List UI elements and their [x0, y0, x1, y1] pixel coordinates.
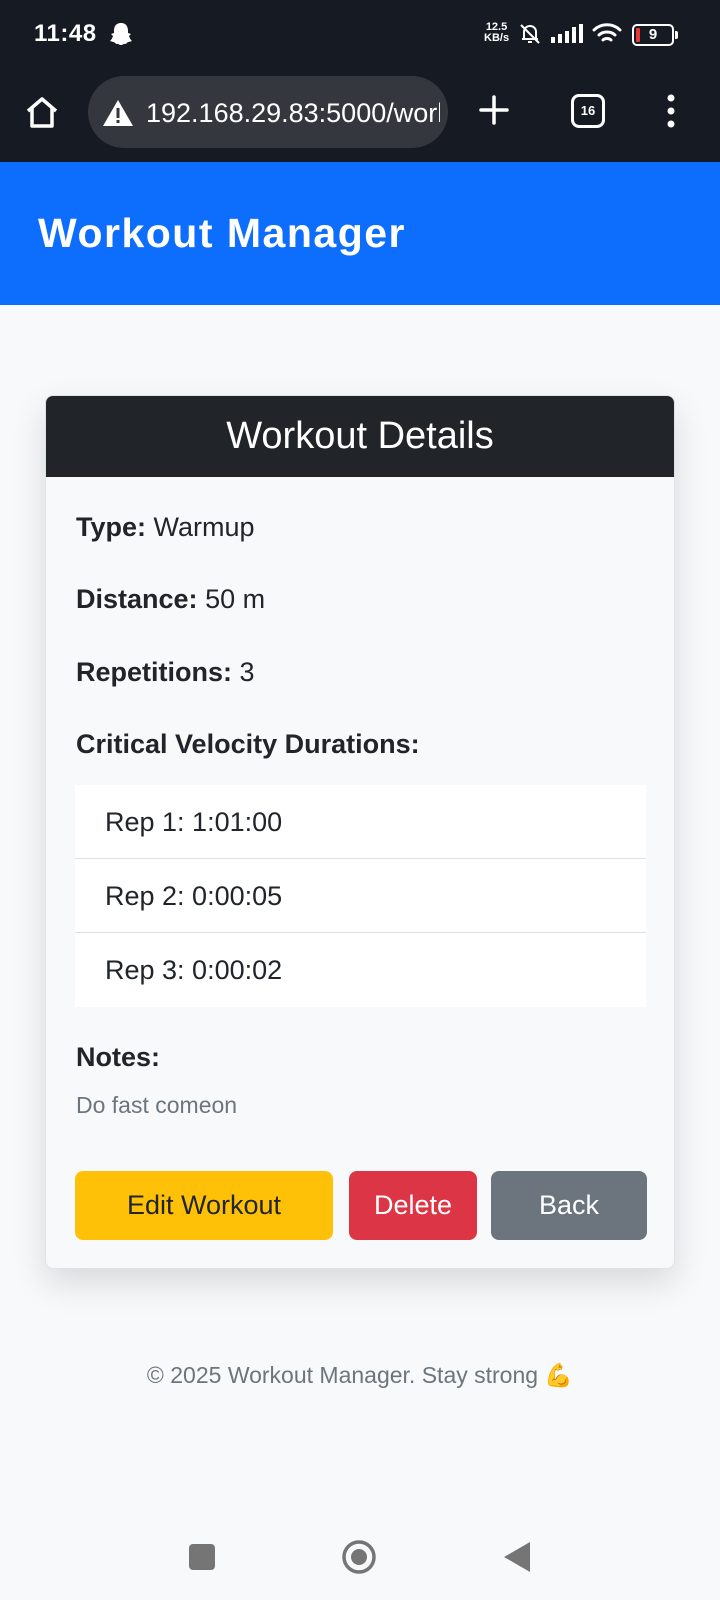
app-title[interactable]: Workout Manager	[38, 210, 406, 257]
durations-title: Critical Velocity Durations:	[76, 729, 420, 759]
repetitions-value: 3	[239, 657, 255, 687]
repetitions-label: Repetitions:	[76, 657, 233, 687]
status-bar: 11:48 12.5 KB/s 9	[0, 0, 720, 70]
status-time: 11:48	[34, 20, 97, 47]
url-text[interactable]: 192.168.29.83:5000/workout	[146, 98, 440, 129]
delete-button[interactable]: Delete	[349, 1171, 477, 1240]
home-icon[interactable]	[24, 94, 60, 135]
browser-toolbar: 192.168.29.83:5000/workout 16	[0, 70, 720, 162]
list-item: Rep 1: 1:01:00	[75, 785, 646, 859]
type-value: Warmup	[153, 512, 255, 542]
distance-value: 50 m	[205, 584, 266, 614]
distance-label: Distance:	[76, 584, 198, 614]
wifi-icon	[592, 22, 622, 51]
warning-icon[interactable]	[102, 99, 134, 132]
network-speed-unit: KB/s	[484, 32, 510, 44]
signal-icon	[551, 24, 585, 49]
distance-field: Distance: 50 m	[76, 584, 265, 615]
list-item: Rep 2: 0:00:05	[75, 859, 646, 933]
recent-apps-icon[interactable]	[189, 1544, 215, 1575]
footer-text: © 2025 Workout Manager. Stay strong 💪	[146, 1362, 574, 1388]
notes-text: Do fast comeon	[76, 1092, 238, 1118]
notes-title: Notes:	[76, 1042, 161, 1072]
durations-list: Rep 1: 1:01:00 Rep 2: 0:00:05 Rep 3: 0:0…	[75, 785, 646, 1007]
list-item: Rep 3: 0:00:02	[105, 955, 283, 985]
address-bar[interactable]: 192.168.29.83:5000/workout	[88, 76, 448, 148]
network-speed: 12.5 KB/s	[484, 22, 509, 44]
tab-switcher-button[interactable]: 16	[571, 94, 605, 128]
battery-tip	[675, 31, 678, 39]
battery-icon: 9	[632, 24, 674, 46]
menu-dots-icon[interactable]	[666, 94, 676, 133]
app-header: Workout Manager	[0, 162, 720, 305]
type-label: Type:	[76, 512, 147, 542]
back-triangle-icon[interactable]	[504, 1542, 530, 1577]
bell-off-icon	[518, 22, 542, 51]
edit-workout-button[interactable]: Edit Workout	[75, 1171, 333, 1240]
snapchat-ghost-icon	[110, 22, 132, 51]
card-title: Workout Details	[46, 396, 674, 477]
workout-details-card: Workout Details Type: Warmup Distance: 5…	[45, 395, 675, 1269]
home-circle-icon[interactable]	[341, 1539, 377, 1580]
repetitions-field: Repetitions: 3	[76, 657, 255, 688]
back-button[interactable]: Back	[491, 1171, 647, 1240]
battery-level: 9	[648, 26, 658, 43]
plus-icon[interactable]	[478, 94, 510, 131]
type-field: Type: Warmup	[76, 512, 255, 543]
